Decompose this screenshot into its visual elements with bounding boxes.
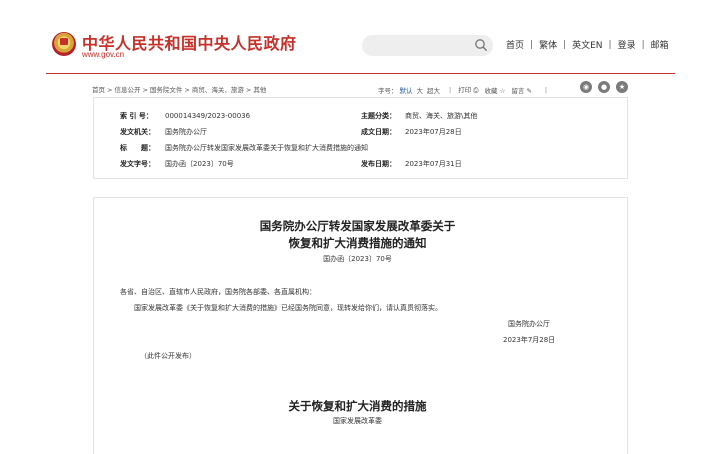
meta-issuer-label: 发文机关： — [120, 128, 155, 136]
meta-topic: 主题分类： 商贸、海关、旅游\其他 — [361, 111, 477, 121]
breadcrumb-category[interactable]: 商贸、海关、旅游 — [192, 86, 244, 94]
print-icon: ⎙ — [473, 86, 479, 94]
article-toolbar: 字号： 默认 大 超大 | 打印 ⎙ 收藏 ☆ 留言 ✎ | — [378, 84, 554, 95]
nav-divider: | — [563, 39, 567, 50]
nav-english[interactable]: 英文EN — [572, 38, 602, 51]
star-icon: ☆ — [499, 86, 506, 95]
meta-title: 标 题： 国务院办公厅转发国家发展改革委关于恢复和扩大消费措施的通知 — [120, 143, 368, 153]
document-signer: 国务院办公厅 — [508, 320, 550, 328]
site-url: www.gov.cn — [82, 50, 125, 59]
nav-divider: | — [530, 39, 534, 50]
breadcrumb-state-council-docs[interactable]: 国务院文件 — [150, 86, 183, 94]
meta-topic-value: 商贸、海关、旅游\其他 — [405, 112, 478, 120]
meta-title-value: 国务院办公厅转发国家发展改革委关于恢复和扩大消费措施的通知 — [165, 144, 368, 152]
attachment-issuer: 国家发展改革委 — [333, 417, 382, 425]
meta-topic-label: 主题分类： — [361, 112, 396, 120]
meta-written-date-label: 成文日期： — [361, 128, 396, 136]
weibo-share-icon[interactable]: ◉ — [580, 81, 592, 93]
print-button[interactable]: 打印 ⎙ — [458, 84, 478, 95]
font-size-xlarge[interactable]: 超大 — [427, 85, 440, 95]
pencil-icon: ✎ — [526, 86, 532, 95]
header: 中华人民共和国中央人民政府 www.gov.cn 首页 | 繁体 | 英文EN … — [0, 0, 715, 74]
breadcrumb-home[interactable]: 首页 — [92, 86, 105, 94]
meta-index-label: 索 引 号： — [120, 112, 153, 120]
document-number: 国办函〔2023〕70号 — [323, 255, 392, 263]
search-icon[interactable] — [474, 38, 488, 52]
document-title-line-1: 国务院办公厅转发国家发展改革委关于 — [259, 219, 456, 233]
favorite-label: 收藏 — [484, 86, 498, 95]
document-publication-note: （此件公开发布） — [140, 352, 196, 360]
font-size-label: 字号： — [378, 86, 398, 95]
breadcrumb-info-public[interactable]: 信息公开 — [114, 86, 140, 94]
meta-doc-number-label: 发文字号： — [120, 160, 155, 168]
top-nav: 首页 | 繁体 | 英文EN | 登录 | 邮箱 — [506, 38, 669, 52]
meta-publish-date-value: 2023年07月31日 — [405, 160, 462, 168]
toolbar-divider: | — [544, 85, 548, 94]
toolbar-divider: | — [449, 85, 452, 94]
meta-title-label: 标 题： — [120, 144, 155, 152]
meta-index: 索 引 号： 000014349/2023-00036 — [120, 111, 250, 121]
meta-doc-number: 发文字号： 国办函〔2023〕70号 — [120, 159, 234, 169]
wechat-share-icon[interactable]: ● — [598, 81, 610, 93]
font-size-large[interactable]: 大 — [417, 85, 424, 95]
breadcrumb: 首页 > 信息公开 > 国务院文件 > 商贸、海关、旅游 > 其他 — [92, 86, 267, 94]
qzone-share-icon[interactable]: ★ — [616, 81, 628, 93]
meta-issuer: 发文机关： 国务院办公厅 — [120, 127, 207, 137]
meta-written-date-value: 2023年07月28日 — [405, 128, 462, 136]
comment-button[interactable]: 留言 ✎ — [511, 85, 532, 95]
favorite-button[interactable]: 收藏 ☆ — [484, 85, 505, 95]
nav-home[interactable]: 首页 — [506, 38, 524, 51]
nav-divider: | — [608, 39, 612, 50]
document-title-line-2: 恢复和扩大消费措施的通知 — [288, 236, 427, 250]
header-divider — [46, 73, 675, 74]
document-sign-date: 2023年7月28日 — [503, 336, 556, 344]
breadcrumb-other[interactable]: 其他 — [253, 86, 266, 94]
meta-publish-date: 发布日期： 2023年07月31日 — [361, 159, 462, 169]
meta-issuer-value: 国务院办公厅 — [165, 128, 207, 136]
nav-traditional[interactable]: 繁体 — [539, 38, 557, 51]
attachment-title: 关于恢复和扩大消费的措施 — [288, 399, 427, 413]
meta-doc-number-value: 国办函〔2023〕70号 — [165, 160, 234, 168]
print-label: 打印 — [458, 86, 472, 94]
meta-written-date: 成文日期： 2023年07月28日 — [361, 127, 462, 137]
nav-divider: | — [641, 39, 645, 50]
meta-index-value: 000014349/2023-00036 — [165, 112, 251, 120]
document-paragraph: 国家发展改革委《关于恢复和扩大消费的措施》已经国务院同意，现转发给你们，请认真贯… — [134, 304, 442, 312]
document-salutation: 各省、自治区、直辖市人民政府，国务院各部委、各直属机构： — [120, 288, 316, 296]
national-emblem-logo[interactable] — [52, 32, 76, 56]
comment-label: 留言 — [511, 86, 525, 95]
meta-publish-date-label: 发布日期： — [361, 160, 396, 168]
font-size-default[interactable]: 默认 — [400, 85, 413, 95]
nav-login[interactable]: 登录 — [618, 38, 636, 51]
nav-mail[interactable]: 邮箱 — [651, 38, 669, 51]
